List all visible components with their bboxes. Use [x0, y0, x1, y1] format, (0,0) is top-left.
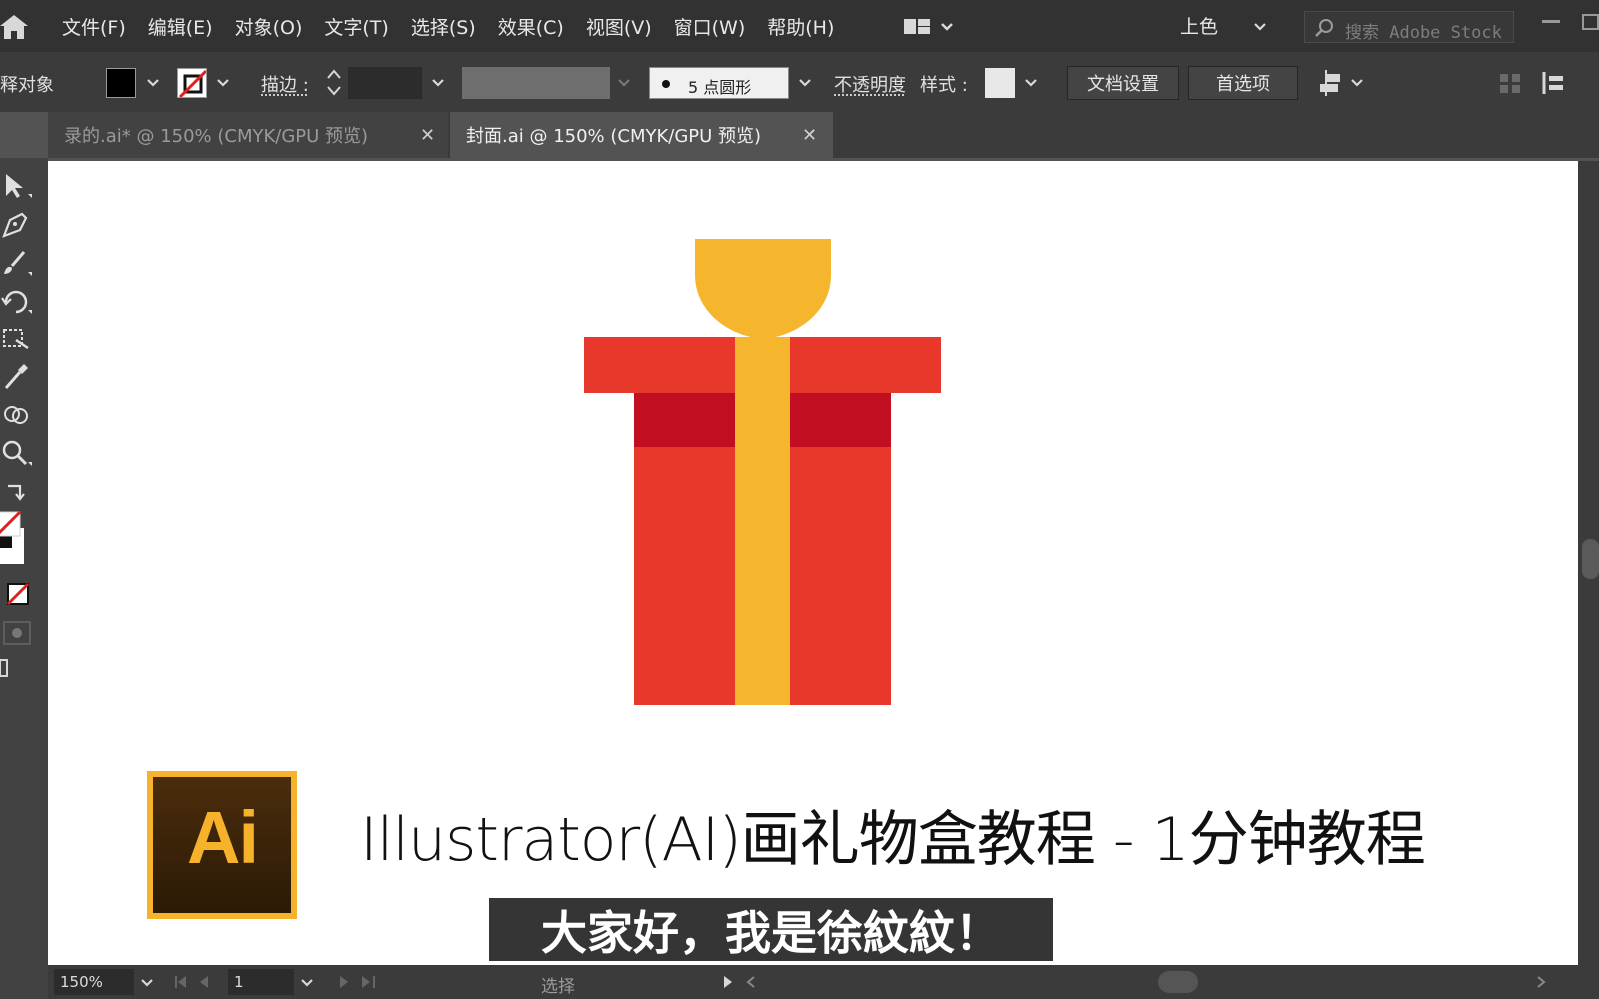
stroke-label[interactable]: 描边 :: [261, 71, 309, 97]
status-menu-arrows-icon[interactable]: [720, 974, 760, 990]
selection-tool-icon[interactable]: [0, 170, 34, 200]
current-tool-status: 选择: [541, 977, 575, 997]
rotate-tool-icon[interactable]: [0, 286, 34, 316]
logo-text: Ai: [187, 796, 259, 879]
tab-document-1[interactable]: 录的.ai* @ 150% (CMYK/GPU 预览) ✕: [48, 112, 448, 158]
control-bar: 释对象 描边 : 5 点圆形 不透明度 样式 : 文档设置 首选项: [0, 52, 1599, 112]
zoom-tool-icon[interactable]: [0, 438, 34, 468]
document-setup-button[interactable]: 文档设置: [1067, 66, 1179, 100]
chevron-down-icon[interactable]: [431, 78, 445, 88]
bow-right-leaf: [761, 239, 831, 339]
eyedropper-tool-icon[interactable]: [0, 362, 34, 392]
draw-mode-icon[interactable]: [0, 618, 34, 648]
screen-mode-icon[interactable]: [0, 658, 10, 678]
none-color-icon: [178, 69, 206, 97]
style-label: 样式 :: [920, 75, 968, 96]
menu-effect[interactable]: 效果(C): [498, 13, 564, 40]
close-icon[interactable]: ✕: [420, 125, 435, 146]
scrollbar-thumb[interactable]: [1582, 539, 1599, 579]
none-color-icon[interactable]: [0, 580, 34, 610]
stroke-color-swatch[interactable]: [177, 68, 207, 98]
menu-edit[interactable]: 编辑(E): [148, 13, 213, 40]
preferences-button[interactable]: 首选项: [1188, 66, 1298, 100]
align-icon[interactable]: [1316, 68, 1346, 98]
graphic-style-swatch[interactable]: [985, 68, 1015, 98]
adobe-stock-search-input[interactable]: 搜索 Adobe Stock: [1304, 11, 1514, 43]
menu-type[interactable]: 文字(T): [324, 13, 388, 40]
home-icon[interactable]: [0, 14, 28, 40]
brush-definition-select[interactable]: 5 点圆形: [649, 67, 789, 99]
grid-panel-icon[interactable]: [1498, 70, 1522, 96]
menu-window[interactable]: 窗口(W): [674, 13, 746, 40]
illustrator-logo: Ai: [147, 771, 297, 919]
chevron-down-icon[interactable]: [300, 978, 314, 988]
brush-dot-icon: [662, 80, 670, 88]
chevron-down-icon[interactable]: [1350, 78, 1364, 88]
ribbon-vertical: [735, 337, 790, 705]
selection-label: 释对象: [0, 75, 54, 96]
video-title: Illustrator(AI)画礼物盒教程 - 1分钟教程: [360, 805, 1426, 875]
free-transform-tool-icon[interactable]: [0, 324, 34, 354]
pen-tool-icon[interactable]: [0, 210, 34, 240]
chevron-down-icon[interactable]: [1024, 78, 1038, 88]
tab-label: 封面.ai @ 150% (CMYK/GPU 预览): [466, 126, 762, 147]
vertical-scrollbar[interactable]: [1578, 161, 1599, 965]
horizontal-scrollbar-thumb[interactable]: [1158, 971, 1198, 993]
menu-view[interactable]: 视图(V): [586, 13, 652, 40]
tools-panel: [0, 158, 48, 999]
status-bar: 150% 1 选择: [48, 965, 1599, 999]
artboard[interactable]: Ai Illustrator(AI)画礼物盒教程 - 1分钟教程 大家好，我是徐…: [48, 161, 1578, 965]
fill-stroke-icon[interactable]: [0, 508, 26, 568]
stroke-stepper-icon[interactable]: [322, 66, 346, 100]
variable-width-profile-select[interactable]: [462, 67, 610, 99]
main-menu: 文件(F) 编辑(E) 对象(O) 文字(T) 选择(S) 效果(C) 视图(V…: [62, 0, 856, 52]
minimize-button[interactable]: [1542, 20, 1560, 23]
scroll-right-icon[interactable]: [1534, 974, 1548, 990]
menu-file[interactable]: 文件(F): [62, 13, 126, 40]
menu-object[interactable]: 对象(O): [235, 13, 303, 40]
swap-colors-icon[interactable]: [0, 476, 34, 506]
opacity-label[interactable]: 不透明度: [834, 71, 906, 97]
chevron-down-icon[interactable]: [146, 78, 160, 88]
menu-help[interactable]: 帮助(H): [767, 13, 834, 40]
workspace-switcher[interactable]: 上色: [1180, 12, 1218, 39]
artboard-number-input[interactable]: 1: [228, 969, 294, 995]
stroke-weight-input[interactable]: [348, 67, 422, 99]
chevron-down-icon[interactable]: [617, 78, 631, 88]
first-previous-artboard-icon[interactable]: [174, 974, 218, 990]
zoom-level-input[interactable]: 150%: [54, 969, 134, 995]
menu-bar: 文件(F) 编辑(E) 对象(O) 文字(T) 选择(S) 效果(C) 视图(V…: [0, 0, 1599, 52]
chevron-down-icon[interactable]: [140, 978, 154, 988]
shape-builder-tool-icon[interactable]: [0, 400, 34, 430]
tab-label: 录的.ai* @ 150% (CMYK/GPU 预览): [64, 126, 369, 147]
document-tab-bar: 录的.ai* @ 150% (CMYK/GPU 预览) ✕ 封面.ai @ 15…: [48, 112, 1599, 158]
bow-left-leaf: [695, 239, 765, 339]
paintbrush-tool-icon[interactable]: [0, 248, 34, 278]
video-subtitle: 大家好，我是徐紋紋！: [489, 898, 1053, 961]
search-placeholder: 搜索 Adobe Stock: [1345, 23, 1502, 43]
tab-document-2[interactable]: 封面.ai @ 150% (CMYK/GPU 预览) ✕: [450, 112, 833, 158]
menu-select[interactable]: 选择(S): [411, 13, 476, 40]
panel-options-icon[interactable]: [1540, 68, 1570, 98]
maximize-button[interactable]: [1582, 14, 1599, 30]
arrange-documents-icon[interactable]: [900, 14, 960, 40]
logo-inner: Ai: [153, 777, 291, 913]
chevron-down-icon[interactable]: [216, 78, 230, 88]
search-icon: [1315, 19, 1333, 37]
fill-color-swatch[interactable]: [106, 68, 136, 98]
chevron-down-icon[interactable]: [798, 78, 812, 88]
brush-label: 5 点圆形: [688, 78, 752, 97]
chevron-down-icon[interactable]: [1254, 22, 1266, 32]
close-icon[interactable]: ✕: [802, 125, 817, 146]
next-last-artboard-icon[interactable]: [334, 974, 378, 990]
